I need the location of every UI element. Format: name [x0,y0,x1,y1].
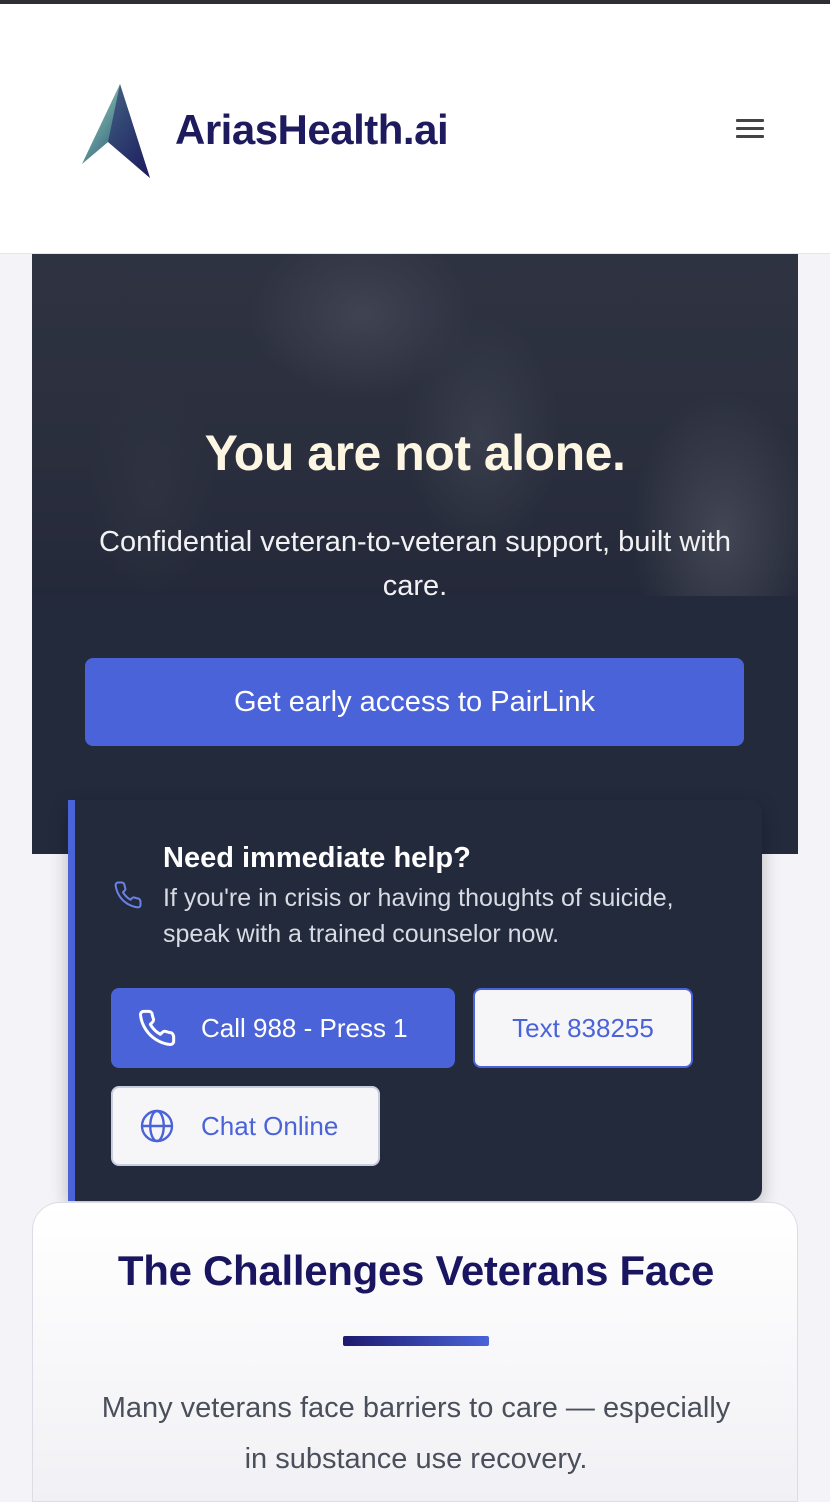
hamburger-menu-icon[interactable] [736,114,770,148]
site-header: AriasHealth.ai [0,4,830,254]
title-underline-divider [343,1336,489,1346]
call-button-label: Call 988 - Press 1 [201,1012,408,1043]
globe-icon [140,1109,174,1143]
call-988-button[interactable]: Call 988 - Press 1 [111,988,455,1068]
crisis-title: Need immediate help? [163,842,471,874]
arias-logo-icon[interactable] [80,80,152,180]
hero-title: You are not alone. [204,425,626,481]
challenges-title: The Challenges Veterans Face [117,1247,715,1294]
text-838255-button[interactable]: Text 838255 [473,988,693,1068]
brand-name[interactable]: AriasHealth.ai [175,106,449,154]
early-access-button[interactable]: Get early access to PairLink [85,658,744,746]
hero-section: You are not alone. Confidential veteran-… [32,254,798,854]
chat-button-label: Chat Online [201,1110,339,1141]
crisis-description: If you're in crisis or having thoughts o… [163,884,674,948]
crisis-help-card: Need immediate help? If you're in crisis… [68,800,762,1201]
challenges-section: The Challenges Veterans Face Many vetera… [32,1202,798,1502]
phone-icon [114,881,142,909]
chat-online-button[interactable]: Chat Online [111,1086,380,1166]
hero-subtitle: Confidential veteran-to-veteran support,… [99,526,731,602]
challenges-description: Many veterans face barriers to care — es… [101,1392,731,1475]
phone-icon [139,1009,176,1046]
